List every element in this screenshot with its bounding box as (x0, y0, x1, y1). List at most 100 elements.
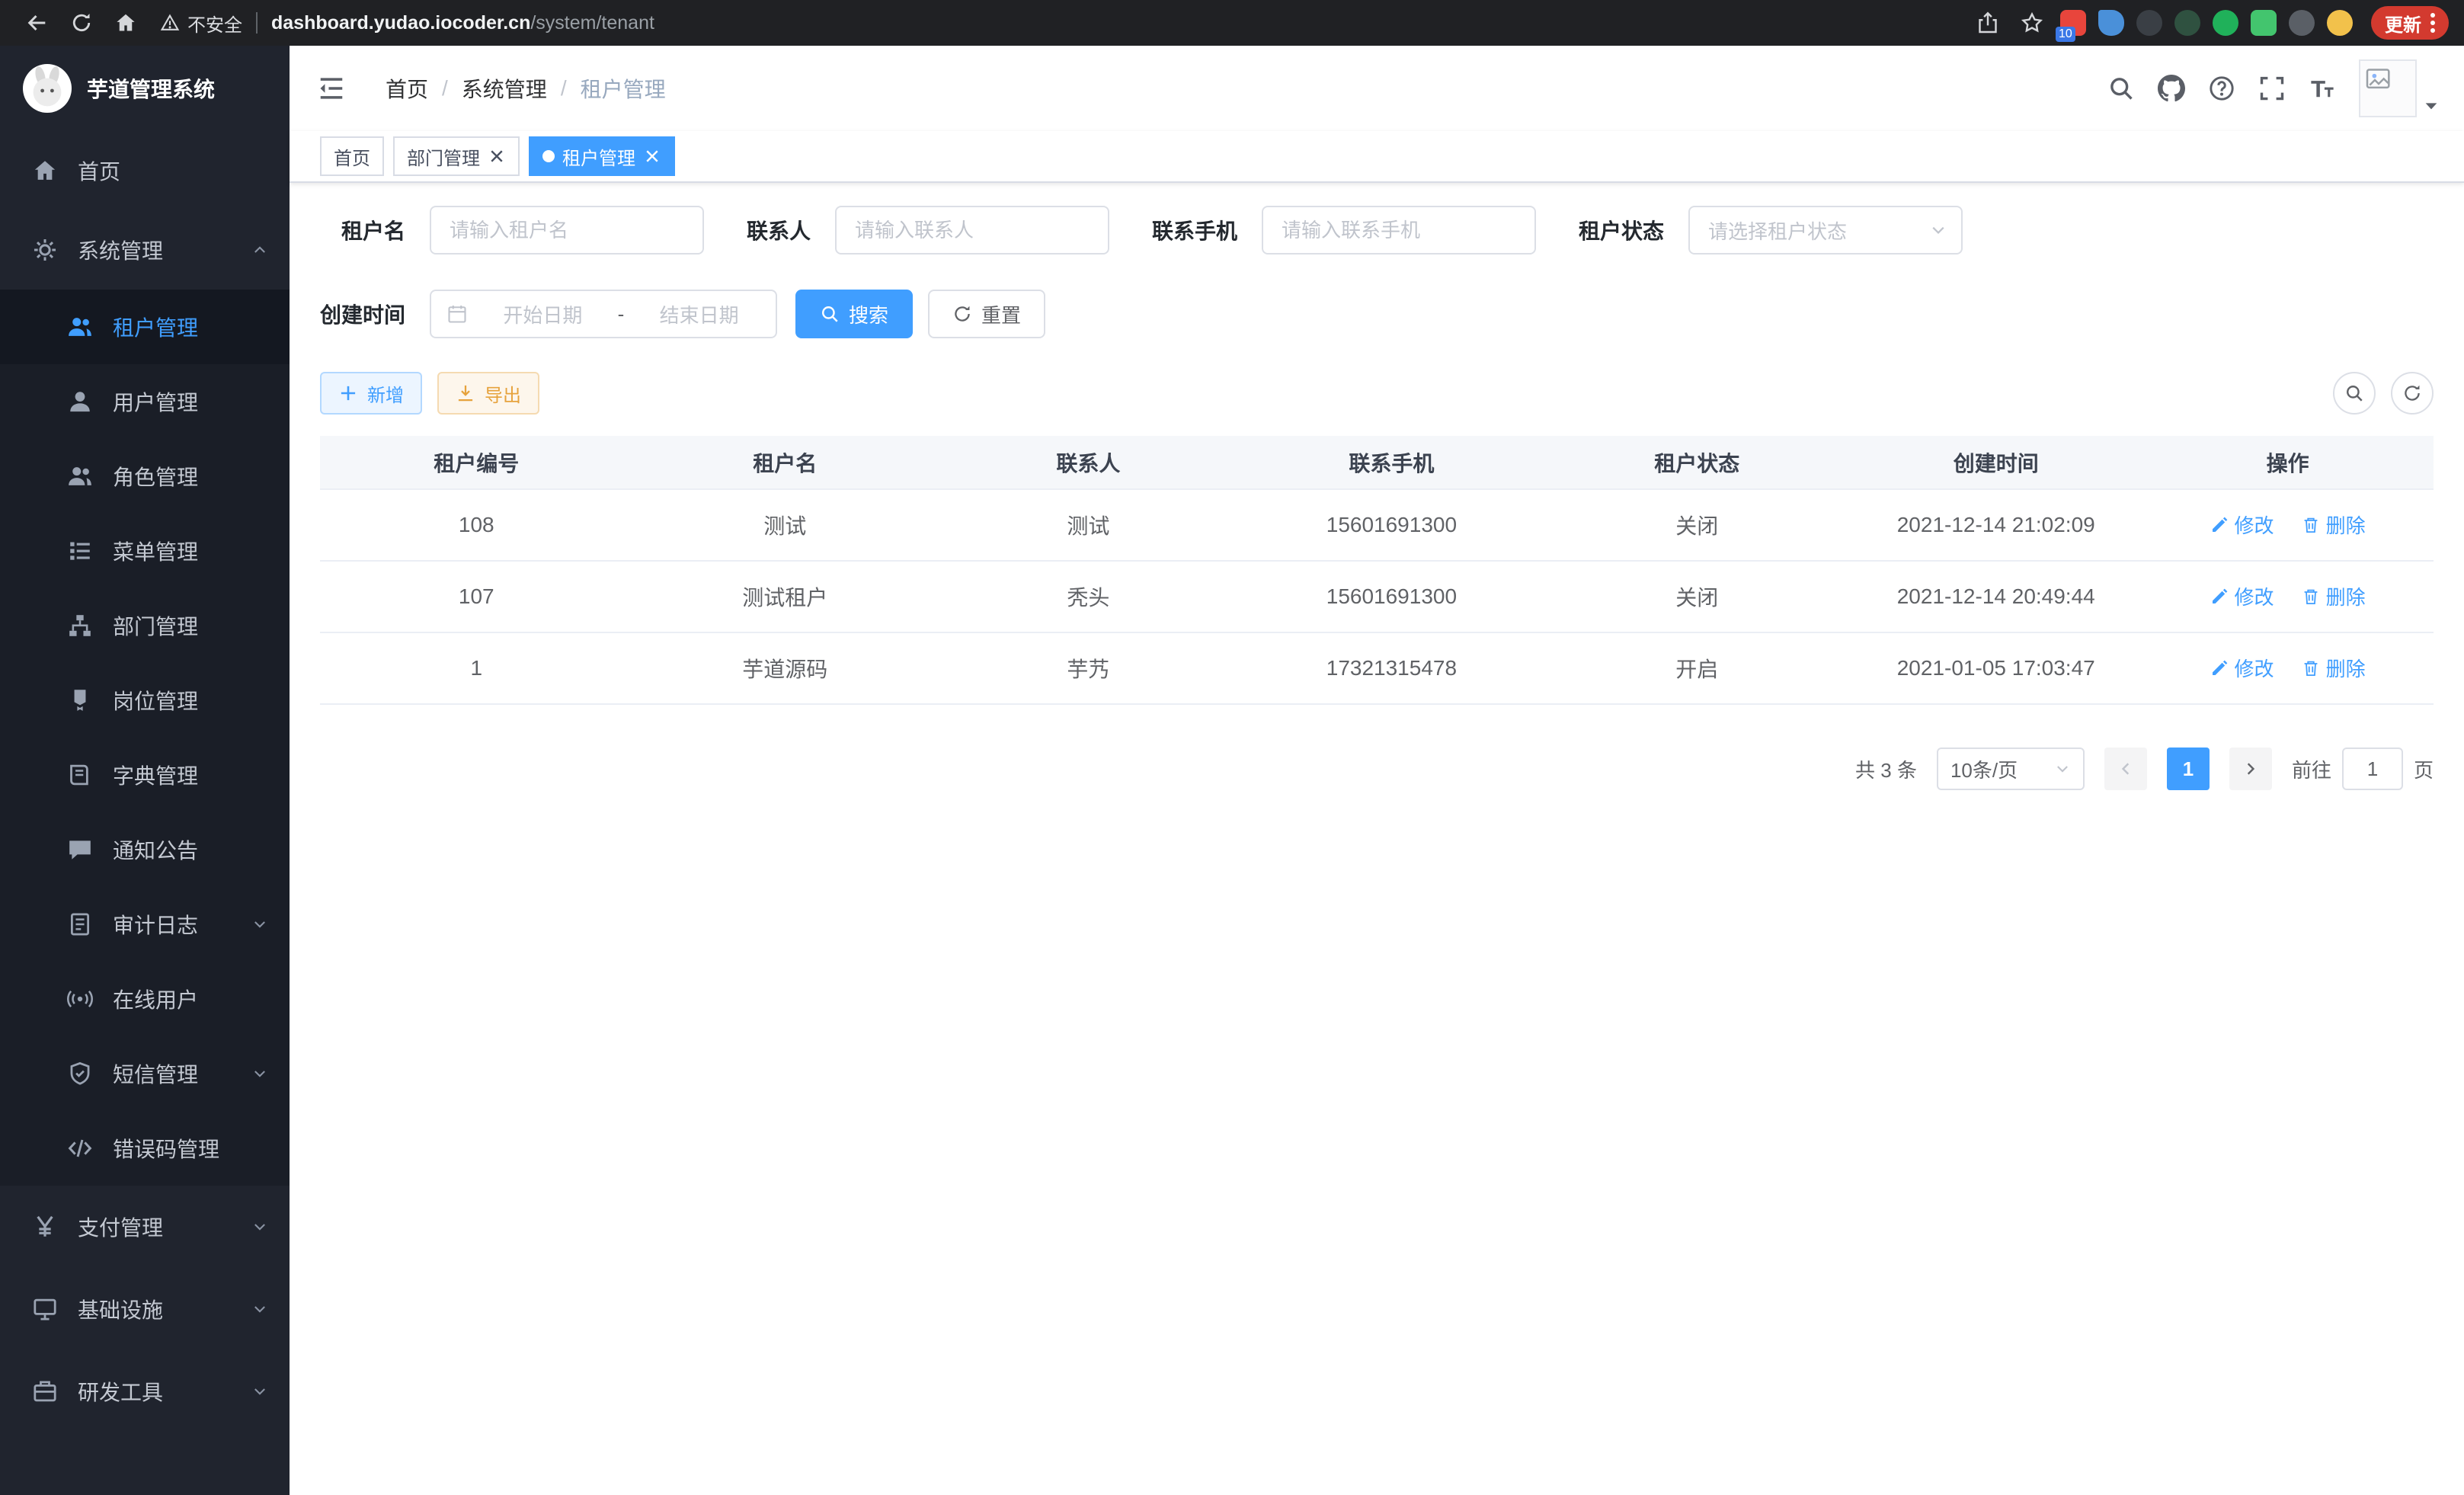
extension-icon-6[interactable] (2251, 10, 2277, 36)
tab-label: 租户管理 (562, 143, 635, 170)
url-bar[interactable]: dashboard.yudao.iocoder.cn/system/tenant (271, 12, 654, 34)
sidebar-item-tenant[interactable]: 租户管理 (0, 290, 290, 364)
sidebar-item-error-code[interactable]: 错误码管理 (0, 1111, 290, 1186)
code-icon (67, 1135, 93, 1161)
cell-status: 开启 (1544, 632, 1850, 704)
page-content: 租户名 联系人 联系手机 租户状态 请选择租户状态 (290, 183, 2464, 1495)
reset-button[interactable]: 重置 (928, 290, 1045, 338)
font-size-icon[interactable] (2309, 75, 2336, 102)
sidebar-item-home[interactable]: 首页 (0, 131, 290, 210)
sidebar-item-dept[interactable]: 部门管理 (0, 588, 290, 663)
users-icon (67, 314, 93, 340)
sidebar-group-infra[interactable]: 基础设施 (0, 1268, 290, 1350)
sidebar-group-payment[interactable]: 支付管理 (0, 1186, 290, 1268)
tags-view-bar: 首页 部门管理 租户管理 (290, 131, 2464, 183)
broken-image-icon (2363, 64, 2394, 94)
sidebar-item-dict[interactable]: 字典管理 (0, 738, 290, 812)
tab-tenant[interactable]: 租户管理 (529, 136, 675, 176)
security-chip[interactable]: 不安全 (160, 10, 242, 37)
browser-menu-icon[interactable] (2430, 13, 2435, 33)
sidebar-item-menu[interactable]: 菜单管理 (0, 514, 290, 588)
github-icon[interactable] (2158, 75, 2185, 102)
sidebar-group-system[interactable]: 系统管理 (0, 210, 290, 290)
sidebar-item-post[interactable]: 岗位管理 (0, 663, 290, 738)
goto-suffix: 页 (2414, 755, 2434, 783)
sidebar-item-role[interactable]: 角色管理 (0, 439, 290, 514)
refresh-icon (2402, 383, 2422, 403)
page-size-select[interactable]: 10条/页 (1937, 748, 2085, 790)
fullscreen-icon[interactable] (2258, 75, 2286, 102)
sidebar-item-label: 字典管理 (113, 760, 198, 790)
sidebar-item-label: 短信管理 (113, 1058, 198, 1089)
search-icon[interactable] (2107, 75, 2135, 102)
extension-icon-4[interactable] (2174, 10, 2200, 36)
extension-icon-8[interactable] (2327, 10, 2353, 36)
delete-link[interactable]: 删除 (2302, 582, 2366, 610)
delete-label: 删除 (2326, 511, 2366, 539)
delete-link[interactable]: 删除 (2302, 511, 2366, 539)
sidebar-item-audit-log[interactable]: 审计日志 (0, 887, 290, 962)
extension-icon-2[interactable] (2098, 10, 2124, 36)
active-dot (542, 150, 555, 162)
help-icon[interactable] (2208, 75, 2235, 102)
filter-label: 租户状态 (1579, 215, 1664, 245)
cell-operations: 修改 删除 (2142, 489, 2434, 561)
filter-label: 联系手机 (1152, 215, 1237, 245)
browser-actions: 10 更新 (1966, 6, 2449, 40)
sidebar-item-sms[interactable]: 短信管理 (0, 1036, 290, 1111)
logo-avatar (23, 64, 72, 113)
tab-close-icon[interactable] (488, 147, 506, 165)
phone-input[interactable] (1262, 206, 1536, 255)
share-icon[interactable] (1976, 11, 1999, 34)
breadcrumb-item[interactable]: 首页 (386, 73, 428, 104)
tab-home[interactable]: 首页 (320, 136, 384, 176)
extension-icon-7[interactable] (2289, 10, 2315, 36)
edit-link[interactable]: 修改 (2210, 511, 2274, 539)
extension-icon-3[interactable] (2136, 10, 2162, 36)
cell-tenant-id: 1 (320, 632, 633, 704)
back-icon[interactable] (26, 11, 49, 34)
sidebar-submenu-system: 租户管理 用户管理 角色管理 菜单管理 部门管理 (0, 290, 290, 1186)
book-icon (67, 762, 93, 788)
home-icon[interactable] (114, 11, 137, 34)
sidebar-group-devtools[interactable]: 研发工具 (0, 1350, 290, 1433)
goto-page-input[interactable] (2342, 748, 2403, 790)
tab-dept[interactable]: 部门管理 (393, 136, 520, 176)
cell-operations: 修改删除 (2142, 561, 2434, 632)
bookmark-star-icon[interactable] (2021, 11, 2043, 34)
sidebar-item-online-users[interactable]: 在线用户 (0, 962, 290, 1036)
breadcrumb-item[interactable]: 系统管理 (462, 73, 547, 104)
edit-link[interactable]: 修改 (2210, 654, 2274, 682)
tab-close-icon[interactable] (643, 147, 661, 165)
chevron-up-icon (251, 242, 268, 258)
column-header: 租户名 (633, 436, 937, 489)
avatar[interactable] (2359, 59, 2417, 117)
toggle-search-button[interactable] (2333, 372, 2376, 415)
sidebar-fold-icon[interactable] (317, 74, 346, 103)
cell-created: 2021-12-14 20:49:44 (1850, 561, 2142, 632)
date-range-picker[interactable]: 开始日期 - 结束日期 (430, 290, 777, 338)
page-number-button[interactable]: 1 (2167, 748, 2210, 790)
user-menu[interactable] (2359, 59, 2440, 117)
reload-icon[interactable] (70, 11, 93, 34)
update-button[interactable]: 更新 (2371, 6, 2449, 40)
export-button[interactable]: 导出 (437, 372, 539, 415)
add-button[interactable]: 新增 (320, 372, 422, 415)
chevron-down-icon (2054, 760, 2071, 777)
sidebar-item-label: 通知公告 (113, 834, 198, 865)
next-page-button[interactable] (2229, 748, 2272, 790)
status-select[interactable]: 请选择租户状态 (1688, 206, 1963, 255)
cell-tenant-name: 芋道源码 (633, 632, 937, 704)
sidebar-item-notice[interactable]: 通知公告 (0, 812, 290, 887)
extension-icon-1[interactable]: 10 (2060, 10, 2086, 36)
refresh-table-button[interactable] (2391, 372, 2434, 415)
prev-page-button[interactable] (2104, 748, 2147, 790)
sidebar-item-user[interactable]: 用户管理 (0, 364, 290, 439)
extension-icon-5[interactable] (2213, 10, 2238, 36)
delete-link[interactable]: 删除 (2302, 654, 2366, 682)
page-root: 不安全 dashboard.yudao.iocoder.cn/system/te… (0, 0, 2464, 1495)
search-button[interactable]: 搜索 (795, 290, 913, 338)
edit-link[interactable]: 修改 (2210, 582, 2274, 610)
contact-input[interactable] (835, 206, 1109, 255)
tenant-name-input[interactable] (430, 206, 704, 255)
